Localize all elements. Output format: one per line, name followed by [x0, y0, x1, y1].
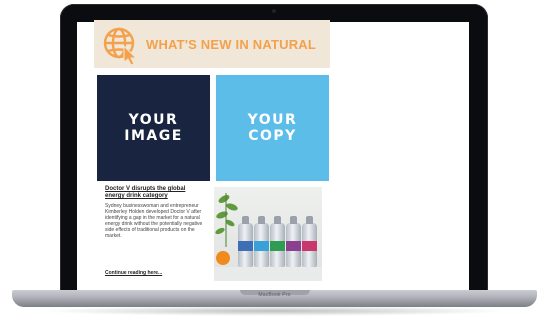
globe-cursor-icon	[103, 27, 138, 66]
webcam-icon	[272, 9, 276, 13]
continue-reading-link[interactable]: Continue reading here...	[105, 270, 162, 276]
bottle	[270, 216, 285, 267]
article-body: Sydney businesswoman and entrepreneur Ki…	[105, 203, 203, 239]
your-copy-line1: YOUR	[247, 112, 298, 128]
your-copy-line2: COPY	[248, 128, 297, 144]
your-image-label: YOUR IMAGE	[124, 112, 183, 144]
bottle	[286, 216, 301, 267]
product-bottles-photo[interactable]	[214, 187, 322, 281]
bottle	[254, 216, 269, 267]
bottle	[302, 216, 317, 267]
your-image-block[interactable]: YOUR IMAGE	[97, 75, 210, 181]
article-teaser: Doctor V disrupts the global energy drin…	[105, 186, 205, 239]
your-copy-block[interactable]: YOUR COPY	[216, 75, 329, 181]
banner-title: WHAT'S NEW IN NATURAL	[146, 37, 317, 52]
article-title[interactable]: Doctor V disrupts the global energy drin…	[105, 186, 205, 200]
your-image-line2: IMAGE	[124, 128, 183, 144]
bottle	[238, 216, 253, 267]
table-surface	[214, 267, 322, 281]
laptop-shadow	[40, 306, 510, 316]
your-image-line1: YOUR	[128, 112, 179, 128]
your-copy-label: YOUR COPY	[248, 112, 298, 144]
orange-fruit	[216, 251, 230, 265]
email-banner[interactable]: WHAT'S NEW IN NATURAL	[94, 20, 330, 68]
laptop-model-label: MacBook Pro	[258, 292, 291, 298]
